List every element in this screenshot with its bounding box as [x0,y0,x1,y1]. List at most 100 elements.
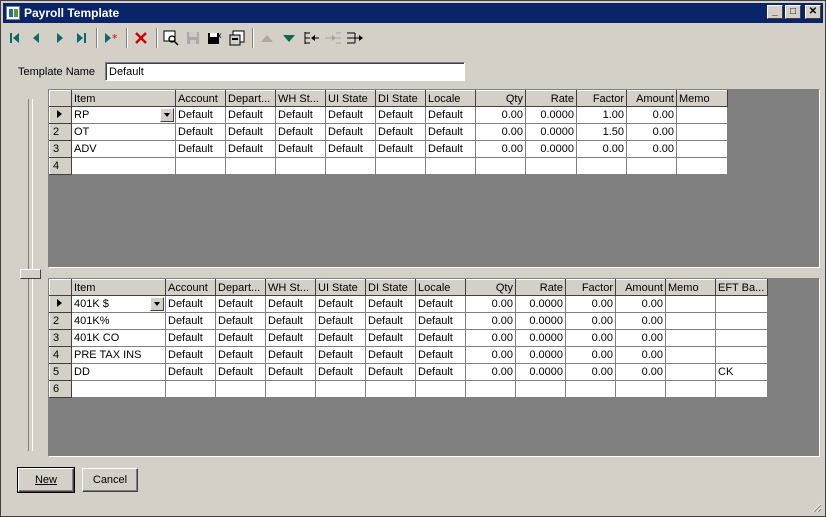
qty-cell[interactable]: 0.00 [465,329,516,347]
account-cell[interactable]: Default [165,312,216,330]
memo-cell[interactable] [665,295,716,313]
wh-state-cell[interactable]: Default [275,123,326,141]
insert-row-icon[interactable] [301,27,321,49]
empty-cell[interactable] [325,157,376,175]
department-cell[interactable]: Default [215,329,266,347]
empty-cell[interactable] [515,380,566,398]
memo-cell[interactable] [665,346,716,364]
ui-state-cell[interactable]: Default [325,123,376,141]
minimize-button[interactable]: _ [767,5,783,19]
account-cell[interactable]: Default [165,363,216,381]
cancel-button[interactable]: Cancel [82,468,138,492]
column-header[interactable]: Locale [425,90,476,107]
amount-cell[interactable]: 0.00 [615,346,666,364]
item-cell[interactable]: 401K CO [71,329,166,347]
item-cell[interactable]: PRE TAX INS [71,346,166,364]
di-state-cell[interactable]: Default [365,312,416,330]
account-cell[interactable]: Default [165,346,216,364]
column-header[interactable]: UI State [315,279,366,296]
find-icon[interactable] [161,27,181,49]
amount-cell[interactable]: 0.00 [615,295,666,313]
outdent-icon[interactable] [345,27,365,49]
row-selector[interactable]: 2 [49,312,72,330]
column-header[interactable]: Memo [665,279,716,296]
account-cell[interactable]: Default [175,140,226,158]
amount-cell[interactable]: 0.00 [615,363,666,381]
column-header[interactable]: Qty [465,279,516,296]
row-selector[interactable]: 6 [49,380,72,398]
factor-cell[interactable]: 1.00 [576,106,627,124]
di-state-cell[interactable]: Default [375,123,426,141]
properties-icon[interactable] [227,27,247,49]
memo-cell[interactable] [676,123,728,141]
column-header[interactable]: Item [71,90,176,107]
ui-state-cell[interactable]: Default [315,346,366,364]
column-header[interactable]: Qty [475,90,526,107]
di-state-cell[interactable]: Default [365,363,416,381]
wh-state-cell[interactable]: Default [265,295,316,313]
next-record-icon[interactable] [49,27,69,49]
department-cell[interactable]: Default [225,106,276,124]
rate-cell[interactable]: 0.0000 [525,140,577,158]
locale-cell[interactable]: Default [415,363,466,381]
column-header[interactable]: Amount [615,279,666,296]
empty-cell[interactable] [215,380,266,398]
column-header[interactable]: Rate [515,279,566,296]
factor-cell[interactable]: 0.00 [565,346,616,364]
wh-state-cell[interactable]: Default [265,363,316,381]
column-header[interactable]: Item [71,279,166,296]
row-selector[interactable]: 3 [49,140,72,158]
qty-cell[interactable]: 0.00 [465,363,516,381]
empty-cell[interactable] [165,380,216,398]
empty-cell[interactable] [375,157,426,175]
indent-icon[interactable] [323,27,343,49]
table-row[interactable]: 2 401K% Default Default Default Default … [49,312,768,330]
rate-cell[interactable]: 0.0000 [515,346,566,364]
di-state-cell[interactable]: Default [365,346,416,364]
item-cell[interactable]: 401K $ [71,295,166,313]
table-row[interactable]: 4 PRE TAX INS Default Default Default De… [49,346,768,364]
row-selector[interactable] [49,106,72,124]
wh-state-cell[interactable]: Default [265,329,316,347]
locale-cell[interactable]: Default [425,106,476,124]
department-cell[interactable]: Default [215,295,266,313]
table-row[interactable]: 3 401K CO Default Default Default Defaul… [49,329,768,347]
factor-cell[interactable]: 1.50 [576,123,627,141]
empty-cell[interactable] [315,380,366,398]
amount-cell[interactable]: 0.00 [615,312,666,330]
locale-cell[interactable]: Default [415,312,466,330]
new-row[interactable]: 6 [49,380,768,398]
locale-cell[interactable]: Default [425,123,476,141]
ui-state-cell[interactable]: Default [315,295,366,313]
empty-cell[interactable] [565,380,616,398]
ui-state-cell[interactable]: Default [315,312,366,330]
item-cell[interactable]: ADV [71,140,176,158]
amount-cell[interactable]: 0.00 [615,329,666,347]
qty-cell[interactable]: 0.00 [475,123,526,141]
locale-cell[interactable]: Default [415,295,466,313]
empty-cell[interactable] [71,157,176,175]
rate-cell[interactable]: 0.0000 [515,312,566,330]
di-state-cell[interactable]: Default [365,295,416,313]
table-row[interactable]: RP Default Default Default Default Defau… [49,106,728,124]
rate-cell[interactable]: 0.0000 [515,295,566,313]
wh-state-cell[interactable]: Default [275,140,326,158]
department-cell[interactable]: Default [225,123,276,141]
amount-cell[interactable]: 0.00 [626,123,677,141]
empty-cell[interactable] [365,380,416,398]
rate-cell[interactable]: 0.0000 [515,329,566,347]
ui-state-cell[interactable]: Default [315,363,366,381]
ui-state-cell[interactable]: Default [325,140,376,158]
item-cell[interactable]: OT [71,123,176,141]
empty-cell[interactable] [465,380,516,398]
wh-state-cell[interactable]: Default [265,312,316,330]
column-header[interactable]: EFT Ba... [715,279,768,296]
column-header[interactable]: Memo [676,90,728,107]
factor-cell[interactable]: 0.00 [565,312,616,330]
rate-cell[interactable]: 0.0000 [515,363,566,381]
close-button[interactable]: ✕ [805,5,821,19]
new-record-icon[interactable]: * [101,27,121,49]
memo-cell[interactable] [665,363,716,381]
wh-state-cell[interactable]: Default [275,106,326,124]
column-header[interactable]: Factor [576,90,627,107]
